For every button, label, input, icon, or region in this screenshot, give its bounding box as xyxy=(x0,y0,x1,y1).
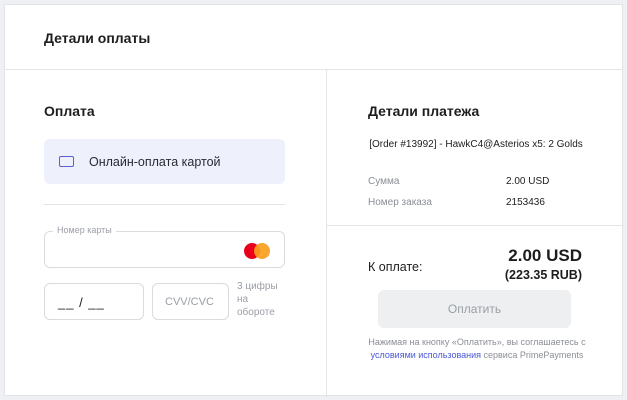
terms-link[interactable]: условиями использования xyxy=(371,350,481,360)
details-title: Детали платежа xyxy=(368,103,480,119)
pay-amount-rub: (223.35 RUB) xyxy=(504,268,582,282)
terms-suffix: сервиса PrimePayments xyxy=(481,350,584,360)
payment-card: Детали оплаты Оплата Онлайн-оплата карто… xyxy=(4,4,624,397)
payment-method-label: Онлайн-оплата картой xyxy=(89,154,221,169)
payment-method-card[interactable]: Онлайн-оплата картой xyxy=(44,139,285,184)
payment-section: Оплата Онлайн-оплата картой Номер карты … xyxy=(5,70,326,397)
pay-button[interactable]: Оплатить xyxy=(378,290,571,328)
header: Детали оплаты xyxy=(5,5,622,70)
order-name: [Order #13992] - HawkC4@Asterios x5: 2 G… xyxy=(369,139,583,150)
payment-title: Оплата xyxy=(44,103,95,119)
mastercard-icon xyxy=(244,243,270,259)
page-title: Детали оплаты xyxy=(44,30,151,46)
terms-prefix: Нажимая на кнопку «Оплатить», вы соглаша… xyxy=(368,337,586,347)
order-number-value: 2153436 xyxy=(506,197,545,208)
sum-value: 2.00 USD xyxy=(506,176,550,187)
order-number-label: Номер заказа xyxy=(368,197,432,208)
details-section: Детали платежа [Order #13992] - HawkC4@A… xyxy=(326,70,624,397)
terms-text: Нажимая на кнопку «Оплатить», вы соглаша… xyxy=(357,336,597,362)
sum-label: Сумма xyxy=(368,176,400,187)
cvv-field[interactable]: CVV/CVC xyxy=(152,283,229,320)
card-number-label: Номер карты xyxy=(53,225,116,235)
pay-amount: 2.00 USD xyxy=(508,246,582,265)
cvv-placeholder: CVV/CVC xyxy=(165,296,214,308)
divider xyxy=(327,225,624,226)
divider xyxy=(44,204,285,205)
expiry-field[interactable]: __ / __ xyxy=(44,283,144,320)
to-pay-label: К оплате: xyxy=(368,260,423,274)
expiry-value: __ / __ xyxy=(58,295,105,310)
credit-card-icon xyxy=(59,156,74,167)
cvv-hint: 3 цифры на обороте xyxy=(237,281,278,318)
card-number-field[interactable]: Номер карты xyxy=(44,225,285,268)
